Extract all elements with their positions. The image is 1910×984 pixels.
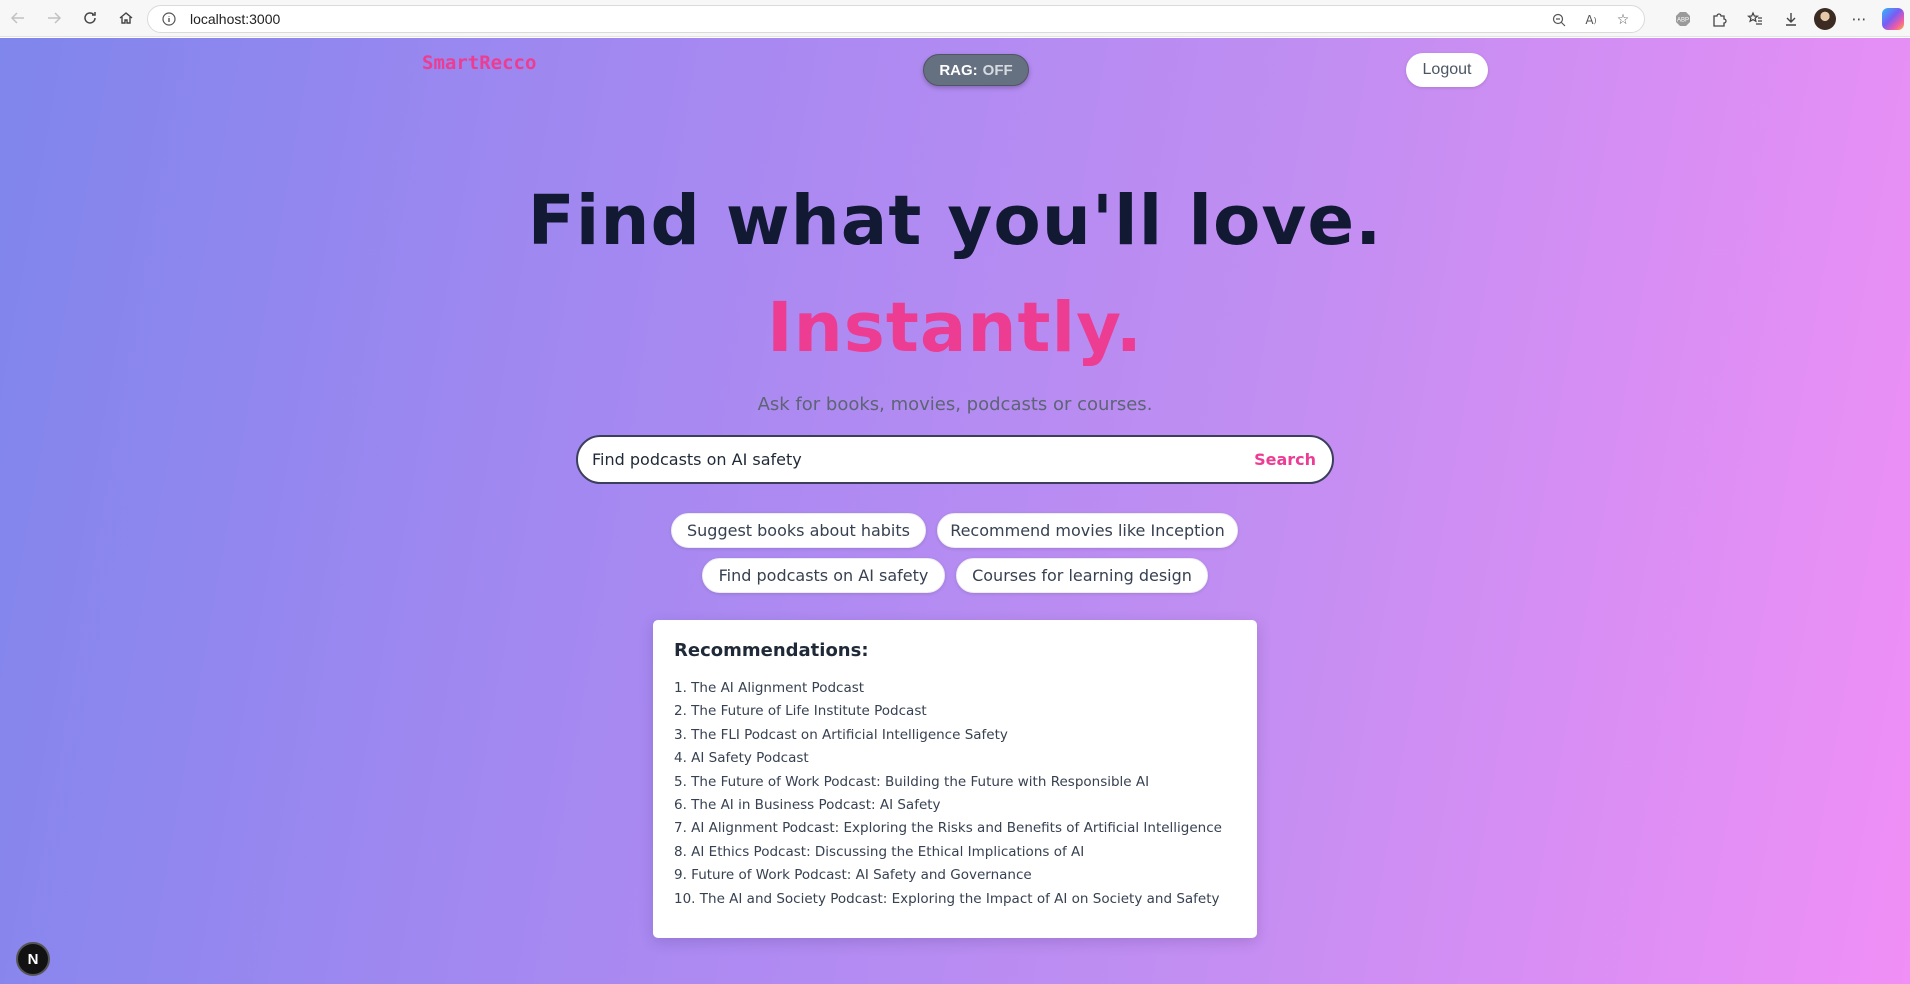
list-item: 3. The FLI Podcast on Artificial Intelli… bbox=[674, 726, 1008, 743]
hero-heading: Find what you'll love. bbox=[527, 181, 1383, 261]
svg-text:ABP: ABP bbox=[1677, 17, 1689, 23]
info-icon[interactable] bbox=[160, 10, 178, 28]
rag-label: RAG: bbox=[939, 61, 978, 79]
refresh-icon[interactable] bbox=[72, 0, 108, 37]
recommendations-card: Recommendations: 1. The AI Alignment Pod… bbox=[653, 620, 1257, 938]
back-arrow-icon[interactable] bbox=[0, 0, 36, 37]
home-icon[interactable] bbox=[108, 0, 144, 37]
hero-accent-heading: Instantly. bbox=[766, 288, 1144, 368]
search-bar: Search bbox=[576, 435, 1334, 484]
list-item: 8. AI Ethics Podcast: Discussing the Eth… bbox=[674, 843, 1085, 860]
list-item: 2. The Future of Life Institute Podcast bbox=[674, 703, 927, 720]
search-input[interactable] bbox=[578, 437, 1255, 482]
forward-arrow-icon[interactable] bbox=[36, 0, 72, 37]
suggestion-chip[interactable]: Find podcasts on AI safety bbox=[702, 558, 945, 593]
suggestion-chip[interactable]: Recommend movies like Inception bbox=[937, 513, 1238, 548]
dev-tools-badge[interactable]: N bbox=[16, 942, 50, 976]
zoom-icon[interactable] bbox=[1550, 11, 1568, 29]
read-aloud-icon[interactable]: A) bbox=[1582, 11, 1600, 29]
list-item: 4. AI Safety Podcast bbox=[674, 750, 809, 767]
app-page: SmartRecco RAG: OFF Logout Find what you… bbox=[0, 38, 1910, 984]
list-item: 7. AI Alignment Podcast: Exploring the R… bbox=[674, 820, 1222, 837]
suggestion-chip[interactable]: Suggest books about habits bbox=[671, 513, 926, 548]
recommendations-title: Recommendations: bbox=[674, 640, 869, 661]
hero-subtitle: Ask for books, movies, podcasts or cours… bbox=[757, 394, 1153, 415]
app-logo[interactable]: SmartRecco bbox=[422, 52, 536, 74]
list-item: 6. The AI in Business Podcast: AI Safety bbox=[674, 796, 941, 813]
favorites-icon[interactable] bbox=[1742, 6, 1768, 32]
rag-state: OFF bbox=[982, 61, 1013, 79]
profile-avatar[interactable] bbox=[1814, 7, 1836, 30]
browser-toolbar: localhost:3000 A) ☆ ABP ⋯ bbox=[0, 0, 1910, 37]
copilot-icon[interactable] bbox=[1882, 7, 1904, 30]
downloads-icon[interactable] bbox=[1778, 6, 1804, 32]
list-item: 10. The AI and Society Podcast: Explorin… bbox=[674, 890, 1220, 907]
extensions-icon[interactable] bbox=[1706, 6, 1732, 32]
favorite-star-icon[interactable]: ☆ bbox=[1614, 11, 1632, 29]
url-text: localhost:3000 bbox=[190, 11, 281, 27]
list-item: 1. The AI Alignment Podcast bbox=[674, 680, 865, 696]
list-item: 9. Future of Work Podcast: AI Safety and… bbox=[674, 867, 1032, 884]
rag-toggle-button[interactable]: RAG: OFF bbox=[923, 54, 1029, 86]
recommendations-list: 1. The AI Alignment Podcast 2. The Futur… bbox=[674, 677, 1236, 911]
search-button[interactable]: Search bbox=[1254, 450, 1332, 469]
list-item: 5. The Future of Work Podcast: Building … bbox=[674, 773, 1150, 790]
more-menu-icon[interactable]: ⋯ bbox=[1846, 6, 1872, 32]
address-bar[interactable]: localhost:3000 A) ☆ bbox=[147, 5, 1645, 33]
logout-button[interactable]: Logout bbox=[1406, 53, 1488, 87]
adblock-icon[interactable]: ABP bbox=[1670, 6, 1696, 32]
suggestion-chip[interactable]: Courses for learning design bbox=[956, 558, 1208, 593]
